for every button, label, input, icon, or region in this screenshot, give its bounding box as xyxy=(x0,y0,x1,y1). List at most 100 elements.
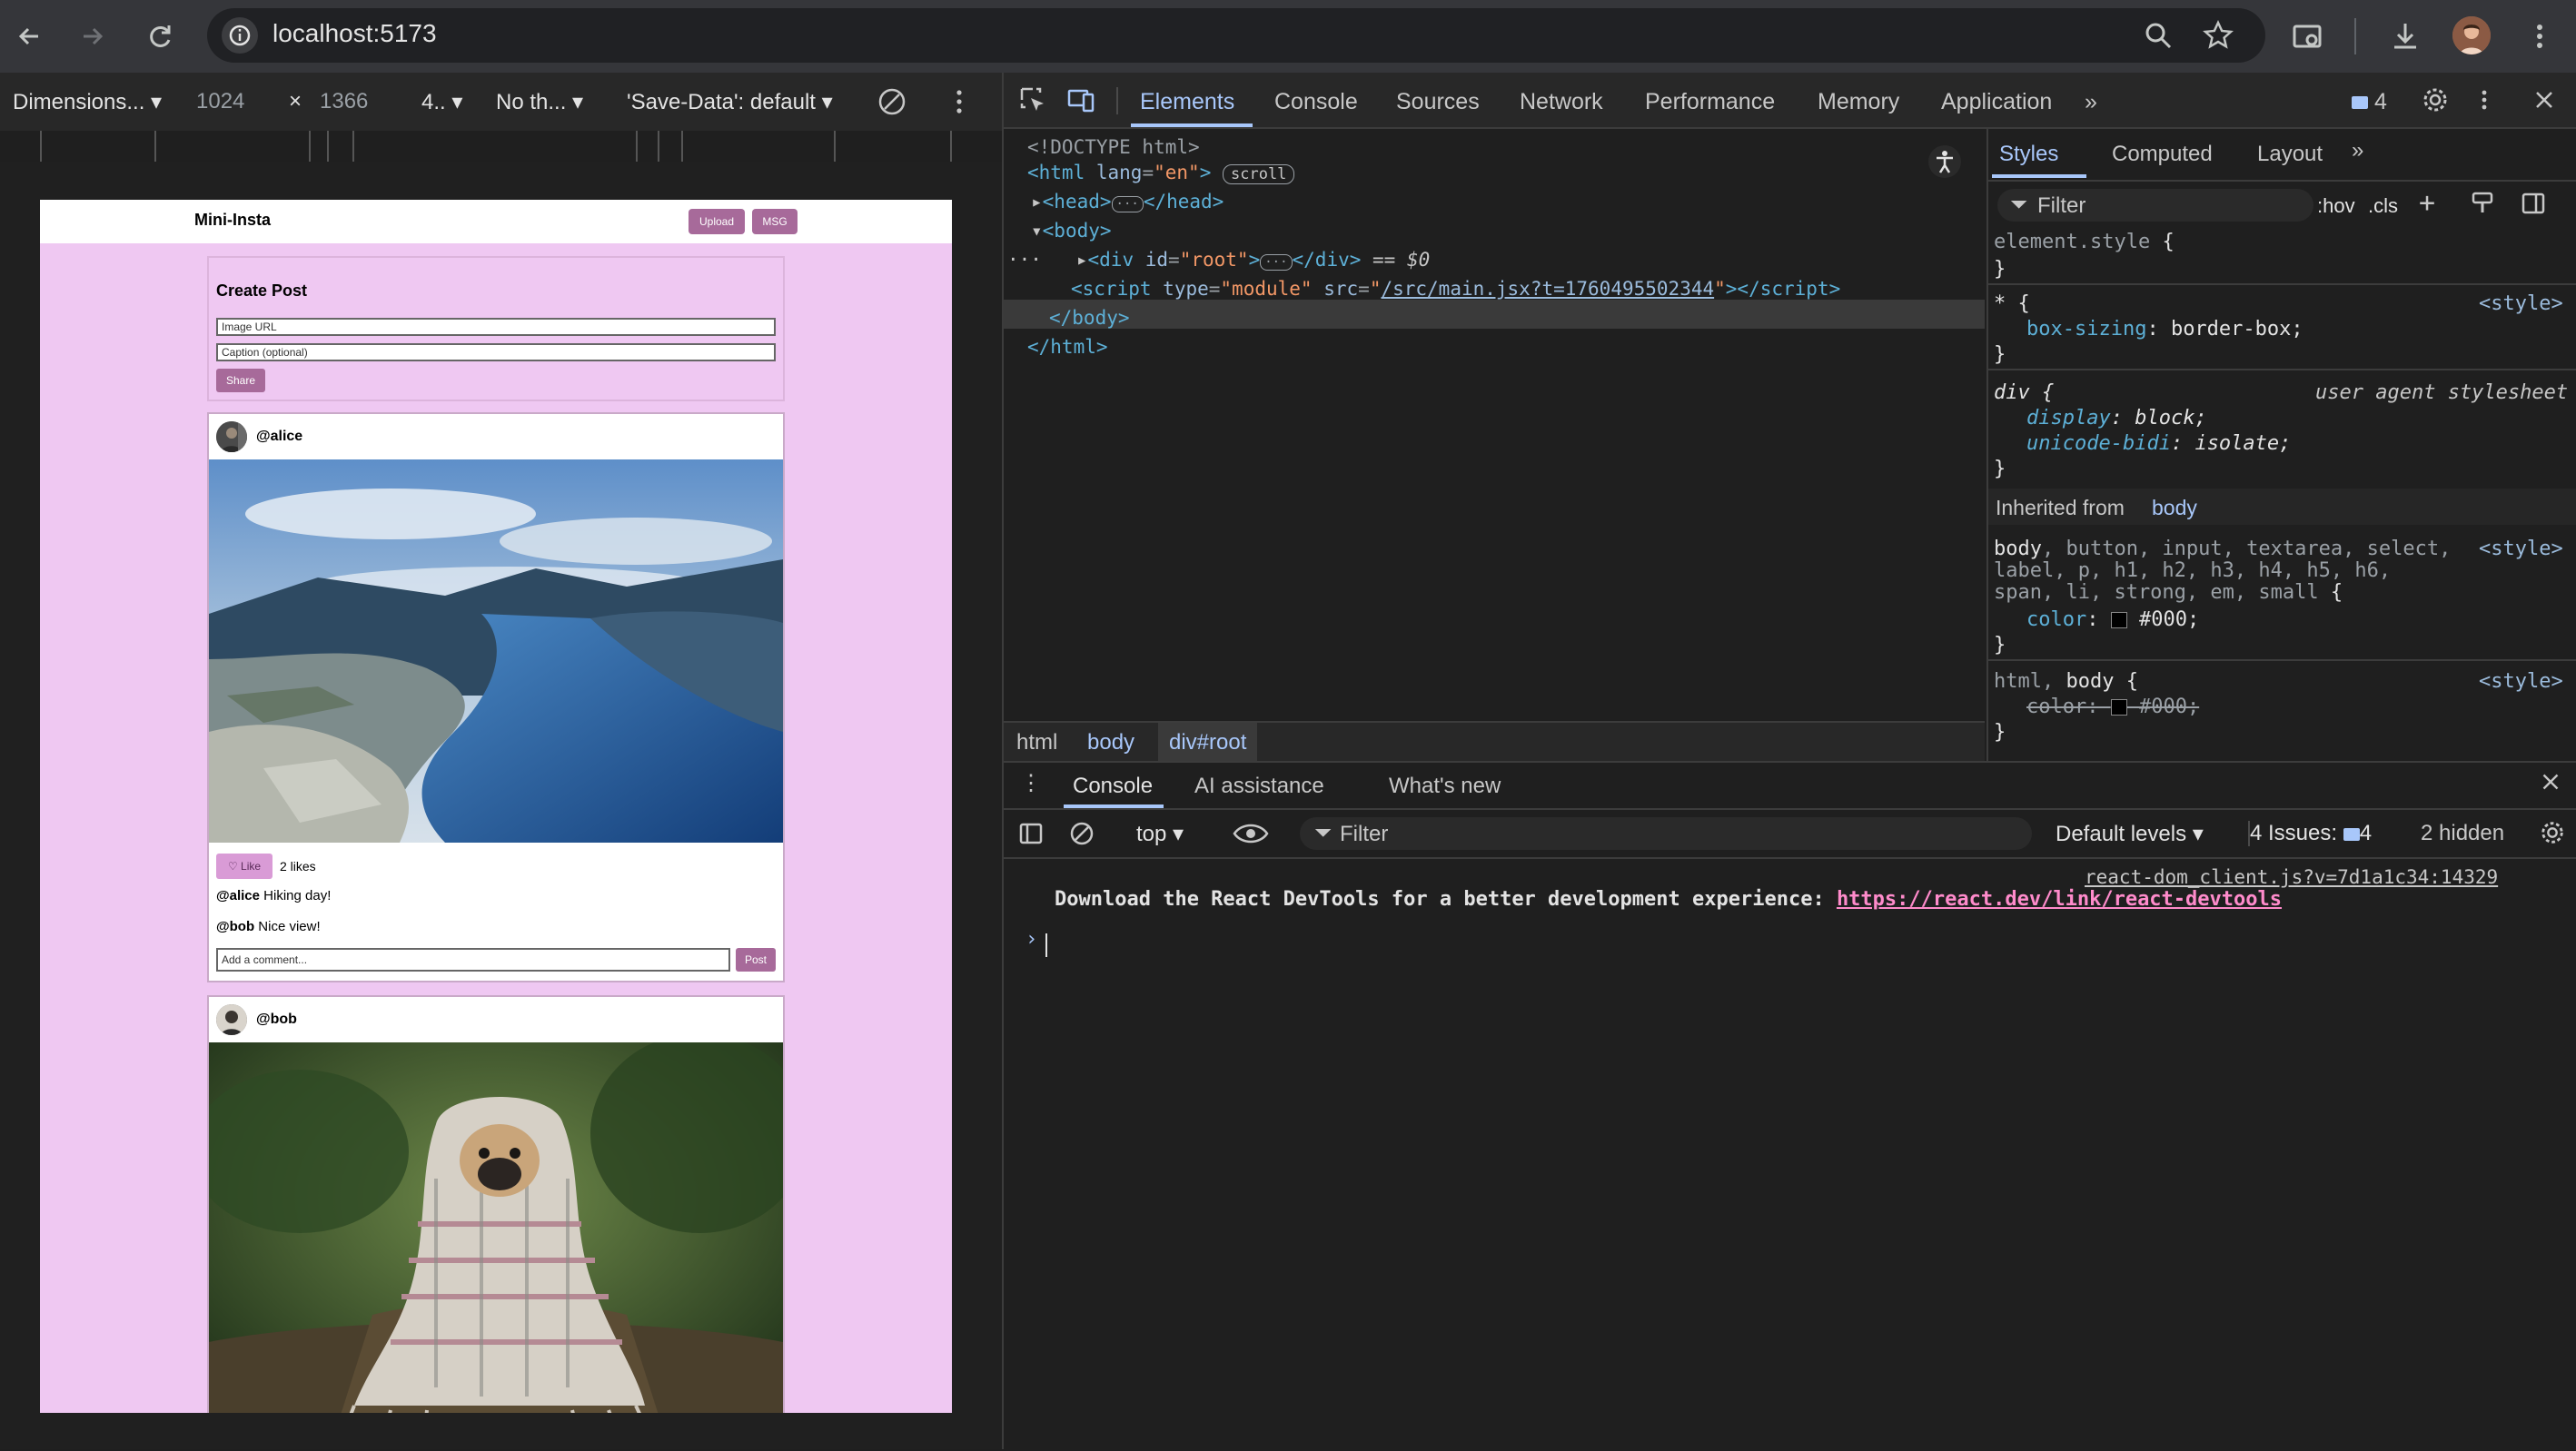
caption-input[interactable]: Caption (optional) xyxy=(216,343,776,361)
msg-button[interactable]: MSG xyxy=(752,209,798,234)
live-expression-eye-icon[interactable] xyxy=(1233,821,1269,853)
tab-layout[interactable]: Layout xyxy=(2257,142,2323,167)
console-source-link[interactable]: react-dom_client.js?v=7d1a1c34:14329 xyxy=(2085,866,2498,888)
device-toggle-icon[interactable] xyxy=(1067,85,1096,121)
overridden-color-decl[interactable]: color: #000; xyxy=(2026,696,2199,718)
doctype-line[interactable]: <!DOCTYPE html> xyxy=(1027,136,1200,158)
context-select[interactable]: top ▾ xyxy=(1136,821,1184,847)
div-ua-rule[interactable]: div { xyxy=(1994,381,2054,404)
profile-avatar[interactable] xyxy=(2452,16,2491,54)
avatar[interactable] xyxy=(216,1004,247,1035)
rule-close: } xyxy=(1994,343,2006,366)
download-icon[interactable] xyxy=(2387,18,2423,54)
drawer-tab-ai[interactable]: AI assistance xyxy=(1194,774,1324,799)
inspect-element-icon[interactable] xyxy=(1018,85,1047,121)
close-drawer-icon[interactable] xyxy=(2537,768,2564,802)
share-button[interactable]: Share xyxy=(216,369,265,392)
post-username[interactable]: @bob xyxy=(256,1012,297,1028)
zoom-select[interactable]: 4.. ▾ xyxy=(421,89,462,115)
avatar[interactable] xyxy=(216,421,247,452)
throttle-select[interactable]: No th... ▾ xyxy=(496,89,583,115)
more-style-tabs-icon[interactable]: » xyxy=(2352,138,2363,163)
site-info-icon[interactable] xyxy=(222,17,258,54)
accessibility-icon[interactable] xyxy=(1927,143,1963,184)
breadcrumb-root[interactable]: div#root xyxy=(1158,723,1258,763)
body-node[interactable]: ▾<body> xyxy=(1031,220,1112,242)
post-username[interactable]: @alice xyxy=(256,429,302,445)
active-tab-indicator xyxy=(1131,123,1253,127)
console-sidebar-icon[interactable] xyxy=(1018,821,1044,853)
cls-toggle[interactable]: .cls xyxy=(2368,194,2398,218)
console-cursor[interactable] xyxy=(1045,933,1047,957)
app-logo[interactable]: Mini-Insta xyxy=(194,211,271,230)
issues-link[interactable]: 4 Issues: 4 xyxy=(2250,821,2372,846)
root-div-node[interactable]: ··· ▸<div id="root"> ··· </div> == $0 xyxy=(1007,249,1430,271)
back-icon[interactable] xyxy=(11,18,47,54)
element-style-rule[interactable]: element.style { xyxy=(1994,231,2175,253)
height-input[interactable]: 1366 xyxy=(320,89,368,114)
tab-network[interactable]: Network xyxy=(1520,89,1603,115)
browser-menu-icon[interactable] xyxy=(2522,18,2558,54)
react-devtools-link[interactable]: https://react.dev/link/react-devtools xyxy=(1837,888,2282,911)
address-bar[interactable]: localhost:5173 xyxy=(207,8,2265,63)
comment-input[interactable]: Add a comment... xyxy=(216,948,730,972)
console-prompt[interactable]: › xyxy=(1025,928,1037,951)
breadcrumb-html[interactable]: html xyxy=(1016,730,1057,755)
width-input[interactable]: 1024 xyxy=(196,89,244,114)
url-text[interactable]: localhost:5173 xyxy=(272,19,437,48)
universal-rule[interactable]: * { xyxy=(1994,292,2030,315)
clear-console-icon[interactable] xyxy=(1069,821,1095,853)
like-button[interactable]: ♡ Like xyxy=(216,854,272,879)
html-body-rule[interactable]: html, body { xyxy=(1994,670,2138,693)
console-settings-icon[interactable] xyxy=(2539,819,2566,853)
tab-memory[interactable]: Memory xyxy=(1818,89,1899,115)
rotate-icon[interactable] xyxy=(876,85,908,124)
inherited-body-link[interactable]: body xyxy=(2152,496,2197,520)
tab-console[interactable]: Console xyxy=(1274,89,1358,115)
paint-icon[interactable] xyxy=(2470,191,2495,222)
reload-icon[interactable] xyxy=(142,18,178,54)
zoom-icon[interactable] xyxy=(2142,19,2175,52)
tab-application[interactable]: Application xyxy=(1941,89,2052,115)
body-selector-rule[interactable]: body, button, input, textarea, select, xyxy=(1994,538,2451,560)
drawer-menu-icon[interactable]: ⋮ xyxy=(1020,770,1042,796)
hov-toggle[interactable]: :hov xyxy=(2317,194,2355,218)
save-data-select[interactable]: 'Save-Data': default ▾ xyxy=(627,89,833,115)
upload-button[interactable]: Upload xyxy=(689,209,745,234)
post-comment-button[interactable]: Post xyxy=(736,948,776,972)
tab-styles[interactable]: Styles xyxy=(1999,142,2058,167)
dimensions-select[interactable]: Dimensions... ▾ xyxy=(13,89,162,115)
box-sizing-decl[interactable]: box-sizing: border-box; xyxy=(2026,318,2304,341)
devtools-menu-icon[interactable] xyxy=(2477,85,2492,121)
cast-icon[interactable] xyxy=(2289,18,2325,54)
close-devtools-icon[interactable] xyxy=(2530,85,2559,121)
settings-gear-icon[interactable] xyxy=(2421,85,2450,121)
html-node[interactable]: <html lang="en"> scroll xyxy=(1027,162,1295,184)
head-node[interactable]: ▸<head> ··· </head> xyxy=(1031,191,1224,212)
tab-sources[interactable]: Sources xyxy=(1396,89,1480,115)
drawer-tab-console[interactable]: Console xyxy=(1073,774,1153,799)
default-levels-select[interactable]: Default levels ▾ xyxy=(2056,821,2204,847)
more-tabs-icon[interactable]: » xyxy=(2085,89,2097,115)
console-filter-input[interactable]: ⏷ Filter xyxy=(1300,817,2032,850)
issues-badge[interactable]: 4 xyxy=(2352,89,2387,115)
color-decl[interactable]: color: #000; xyxy=(2026,608,2199,631)
script-node[interactable]: <script type="module" src="/src/main.jsx… xyxy=(1071,278,1840,300)
image-url-input[interactable]: Image URL xyxy=(216,318,776,336)
scroll-badge[interactable]: scroll xyxy=(1223,164,1295,184)
tab-computed[interactable]: Computed xyxy=(2112,142,2213,167)
forward-icon[interactable] xyxy=(74,18,111,54)
style-source-link[interactable]: <style> xyxy=(2479,670,2563,693)
tab-elements[interactable]: Elements xyxy=(1140,89,1234,115)
tab-performance[interactable]: Performance xyxy=(1645,89,1775,115)
breadcrumb-body[interactable]: body xyxy=(1087,730,1134,755)
drawer-tab-whats-new[interactable]: What's new xyxy=(1389,774,1501,799)
bookmark-star-icon[interactable] xyxy=(2202,19,2234,52)
device-more-icon[interactable] xyxy=(950,85,968,124)
script-src-link[interactable]: /src/main.jsx?t=1760495502344 xyxy=(1381,278,1714,300)
styles-filter-input[interactable]: ⏷ Filter xyxy=(1997,189,2313,222)
add-rule-icon[interactable]: + xyxy=(2419,187,2435,219)
style-source-link[interactable]: <style> xyxy=(2479,538,2563,560)
style-source-link[interactable]: <style> xyxy=(2479,292,2563,315)
sidebar-toggle-icon[interactable] xyxy=(2521,191,2546,222)
